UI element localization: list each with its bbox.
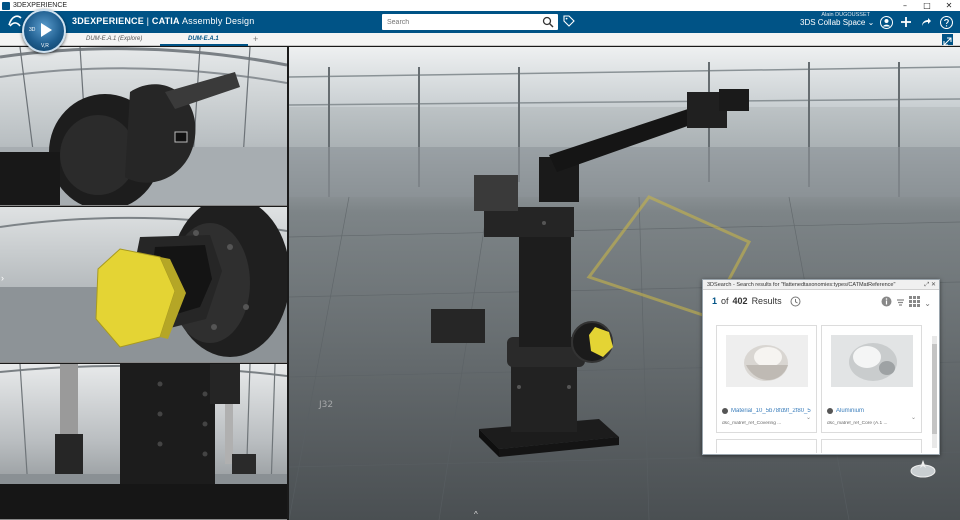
results-total: 402 [732, 296, 748, 306]
search-panel-header: 3DSearch - Search results for "flattened… [703, 280, 939, 290]
ds-logo-icon[interactable] [7, 14, 23, 28]
side-viewport-2[interactable] [0, 207, 287, 363]
svg-text:J32: J32 [318, 400, 333, 410]
chevron-down-icon[interactable]: ⌄ [911, 414, 916, 421]
user-block[interactable]: Alain DUGOUSSET 3DS Collab Space ⌄ [800, 12, 874, 27]
brand-separator: | [143, 16, 152, 26]
side-viewport-1[interactable] [0, 47, 287, 206]
compass-button[interactable]: 3D V,R [22, 9, 66, 53]
info-icon[interactable] [881, 294, 892, 312]
add-icon[interactable] [896, 14, 916, 30]
panel-controls: ⤢ ✕ [924, 280, 936, 290]
add-tab-button[interactable]: + [253, 33, 258, 45]
compass-3d-label: 3D [29, 27, 36, 33]
tag-icon[interactable] [563, 15, 575, 27]
brand-label: 3DEXPERIENCE [72, 16, 144, 26]
os-title-bar: 3DEXPERIENCE – □ ✕ [0, 0, 960, 11]
side-panel-expand-icon[interactable]: › [1, 273, 4, 283]
search-icon[interactable] [542, 16, 554, 28]
history-icon[interactable] [790, 296, 801, 307]
collab-space-label: 3DS Collab Space [800, 18, 866, 27]
compass-vr-label: V,R [41, 43, 49, 49]
panel-expand-icon[interactable]: ⤢ [924, 282, 929, 288]
tab-assembly[interactable]: DUM-E.A.1 [160, 33, 248, 46]
play-icon [41, 23, 52, 37]
bottom-expand-icon[interactable]: ^ [474, 510, 478, 519]
search-input[interactable] [382, 15, 532, 29]
maximize-button[interactable]: □ [916, 0, 938, 11]
profile-icon[interactable] [876, 14, 896, 30]
material-thumbnail [831, 335, 913, 387]
minimize-button[interactable]: – [894, 0, 916, 11]
search-panel-title: 3DSearch - Search results for "flattened… [707, 282, 896, 288]
app-title: 3DEXPERIENCE | CATIA Assembly Design [72, 16, 254, 26]
result-name-label: Aluminium [836, 408, 865, 414]
help-icon[interactable] [936, 14, 956, 30]
material-icon [722, 408, 728, 414]
result-name[interactable]: Aluminium [827, 408, 917, 414]
app-icon [2, 1, 10, 10]
material-icon [827, 408, 833, 414]
chevron-down-icon[interactable]: ⌄ [806, 414, 811, 421]
chevron-down-icon: ⌄ [867, 18, 875, 27]
navigation-compass-icon[interactable] [909, 458, 937, 478]
sort-icon[interactable] [896, 294, 905, 312]
scrollbar-thumb[interactable] [932, 344, 937, 434]
chevron-down-icon[interactable]: ⌄ [924, 299, 931, 308]
result-name-label: Material_10_5b78fd9f_2f80_5 [731, 408, 811, 414]
result-card[interactable]: Material_10_5b78fd9f_2f80_5 ⌄ dsc_matref… [716, 325, 817, 433]
os-window-title: 3DEXPERIENCE [13, 2, 68, 9]
panel-close-icon[interactable]: ✕ [931, 282, 936, 288]
close-button[interactable]: ✕ [938, 0, 960, 11]
result-card[interactable] [821, 439, 922, 453]
search-box [382, 14, 558, 30]
user-name: Alain DUGOUSSET [821, 12, 870, 18]
share-icon[interactable] [916, 14, 936, 30]
results-current: 1 [712, 296, 718, 306]
search-results-panel[interactable]: 3DSearch - Search results for "flattened… [702, 279, 940, 455]
result-name[interactable]: Material_10_5b78fd9f_2f80_5 [722, 408, 812, 414]
app-top-bar: 3D V,R 3DEXPERIENCE | CATIA Assembly Des… [0, 9, 960, 53]
material-thumbnail [726, 335, 808, 387]
results-toolbar: ⌄ [877, 294, 931, 312]
result-card[interactable]: Aluminium ⌄ dsc_matref_ref_Core (A.1 ... [821, 325, 922, 433]
app-name-label: Assembly Design [181, 16, 255, 26]
side-viewport-3[interactable] [0, 364, 287, 520]
grid-view-icon[interactable] [909, 294, 921, 312]
tabs-bar: DUM-E.A.1 (Explore) DUM-E.A.1 + [0, 33, 960, 46]
result-type: dsc_matref_ref_Covering ... [722, 421, 782, 426]
results-label: Results [751, 296, 782, 306]
result-card[interactable] [716, 439, 817, 453]
fullscreen-icon[interactable] [942, 34, 953, 46]
tab-explore[interactable]: DUM-E.A.1 (Explore) [86, 33, 142, 46]
result-type: dsc_matref_ref_Core (A.1 ... [827, 421, 888, 426]
top-icons [876, 14, 956, 30]
results-scrollbar[interactable] [932, 336, 937, 448]
product-label: CATIA [151, 16, 180, 26]
collab-space-selector[interactable]: 3DS Collab Space ⌄ [800, 18, 874, 27]
results-of: of [721, 296, 729, 306]
window-controls: – □ ✕ [894, 0, 960, 11]
